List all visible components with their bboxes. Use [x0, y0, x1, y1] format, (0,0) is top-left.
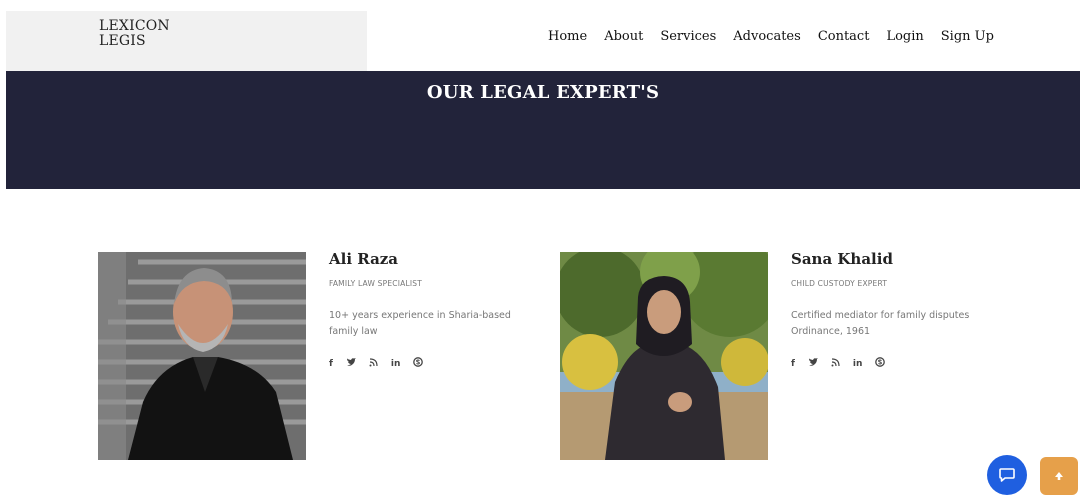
- nav-sign-up[interactable]: Sign Up: [941, 29, 994, 44]
- expert-role: FAMILY LAW SPECIALIST: [329, 279, 422, 288]
- twitter-icon[interactable]: [808, 357, 818, 370]
- expert-role: CHILD CUSTODY EXPERT: [791, 279, 888, 288]
- expert-photo-ali-raza: [98, 252, 306, 460]
- page-title: OUR LEGAL EXPERT'S: [426, 82, 660, 103]
- nav-services[interactable]: Services: [660, 29, 716, 44]
- brand-line-1: LEXICON: [99, 18, 170, 34]
- chat-bubble-icon: [999, 468, 1015, 482]
- rss-icon[interactable]: [369, 357, 378, 370]
- chat-button[interactable]: [987, 455, 1027, 495]
- arrow-up-icon: [1055, 472, 1063, 480]
- skype-icon[interactable]: [413, 357, 424, 370]
- expert-card-ali-raza: Ali Raza FAMILY LAW SPECIALIST 10+ years…: [329, 250, 539, 370]
- linkedin-icon[interactable]: in: [853, 359, 863, 369]
- main-nav: Home About Services Advocates Contact Lo…: [548, 29, 1011, 44]
- twitter-icon[interactable]: [346, 357, 356, 370]
- facebook-icon[interactable]: f: [791, 359, 795, 369]
- social-links: f in: [791, 357, 1001, 370]
- expert-card-sana-khalid: Sana Khalid CHILD CUSTODY EXPERT Certifi…: [791, 250, 1001, 370]
- nav-login[interactable]: Login: [886, 29, 923, 44]
- linkedin-icon[interactable]: in: [391, 359, 401, 369]
- expert-photo-sana-khalid: [560, 252, 768, 460]
- nav-home[interactable]: Home: [548, 29, 587, 44]
- nav-contact[interactable]: Contact: [818, 29, 870, 44]
- rss-icon[interactable]: [831, 357, 840, 370]
- nav-about[interactable]: About: [604, 29, 643, 44]
- nav-advocates[interactable]: Advocates: [733, 29, 801, 44]
- expert-description: 10+ years experience in Sharia-based fam…: [329, 310, 511, 337]
- expert-name: Sana Khalid: [791, 250, 893, 268]
- brand-logo[interactable]: LEXICON LEGIS: [99, 19, 170, 49]
- scroll-to-top-button[interactable]: [1040, 457, 1078, 495]
- expert-description: Certified mediator for family disputes O…: [791, 310, 970, 337]
- facebook-icon[interactable]: f: [329, 359, 333, 369]
- header-logo-area: LEXICON LEGIS: [6, 11, 367, 71]
- social-links: f in: [329, 357, 539, 370]
- expert-name: Ali Raza: [329, 250, 399, 268]
- skype-icon[interactable]: [875, 357, 886, 370]
- page-banner: OUR LEGAL EXPERT'S: [6, 71, 1080, 189]
- brand-line-2: LEGIS: [99, 33, 146, 49]
